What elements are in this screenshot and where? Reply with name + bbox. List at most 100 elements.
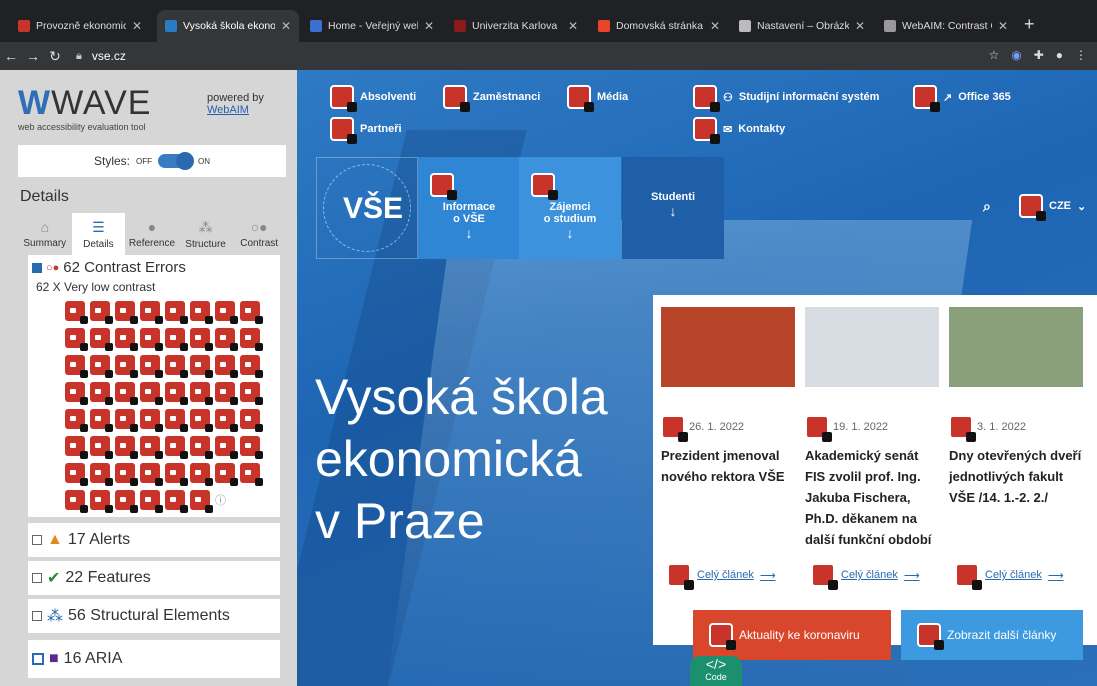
- star-icon[interactable]: ☆: [988, 48, 999, 62]
- styles-toggle[interactable]: [158, 152, 194, 170]
- close-tab-icon[interactable]: ✕: [281, 19, 291, 33]
- contrast-error-icon[interactable]: [65, 490, 88, 513]
- features-section[interactable]: ✔ 22 Features: [28, 561, 280, 595]
- contrast-error-icon[interactable]: [190, 436, 213, 459]
- contrast-error-icon[interactable]: [240, 436, 263, 459]
- menu-icon[interactable]: ⋮: [1075, 48, 1087, 62]
- contrast-errors-checkbox[interactable]: [32, 262, 42, 273]
- close-tab-icon[interactable]: ✕: [855, 19, 865, 33]
- browser-tab[interactable]: Univerzita Karlova ✕: [446, 10, 586, 42]
- contrast-error-icon[interactable]: [190, 409, 213, 432]
- contrast-error-icon[interactable]: [90, 328, 113, 351]
- code-toggle[interactable]: </> Code: [690, 656, 742, 686]
- close-tab-icon[interactable]: ✕: [424, 19, 434, 33]
- contrast-error-icon[interactable]: [165, 355, 188, 378]
- contrast-error-icon[interactable]: [190, 328, 213, 351]
- back-icon[interactable]: ←: [0, 48, 22, 64]
- contrast-error-icon[interactable]: [90, 463, 113, 486]
- structural-section[interactable]: ⁂ 56 Structural Elements: [28, 599, 280, 633]
- contrast-error-icon[interactable]: [90, 436, 113, 459]
- browser-tab[interactable]: Domovská stránka - V ✕: [590, 10, 728, 42]
- contrast-error-icon[interactable]: [140, 409, 163, 432]
- contrast-error-icon[interactable]: [90, 409, 113, 432]
- contrast-error-icon[interactable]: [215, 355, 238, 378]
- contrast-error-icon[interactable]: [190, 463, 213, 486]
- nav-informace[interactable]: Informace o VŠE ↓: [418, 157, 520, 259]
- read-more-link[interactable]: Celý článek ⟶: [667, 563, 776, 590]
- news-image[interactable]: [805, 307, 939, 387]
- contrast-error-icon[interactable]: [165, 328, 188, 351]
- contrast-error-icon[interactable]: [140, 382, 163, 405]
- news-title[interactable]: Akademický senát FIS zvolil prof. Ing. J…: [805, 445, 939, 550]
- contrast-error-icon[interactable]: [115, 409, 138, 432]
- browser-tab[interactable]: Home - Veřejný web ✕: [302, 10, 442, 42]
- contrast-error-icon[interactable]: [165, 301, 188, 324]
- contrast-error-icon[interactable]: [115, 301, 138, 324]
- tab-contrast[interactable]: ○● Contrast: [232, 213, 286, 255]
- link-absolventi[interactable]: Absolventi: [330, 85, 416, 112]
- contrast-error-icon[interactable]: [240, 382, 263, 405]
- reload-icon[interactable]: ↻: [44, 48, 66, 65]
- contrast-error-icon[interactable]: [90, 355, 113, 378]
- search-icon[interactable]: ⌕: [983, 198, 991, 215]
- contrast-error-icon[interactable]: [165, 463, 188, 486]
- structural-checkbox[interactable]: [32, 611, 42, 621]
- contrast-error-icon[interactable]: [115, 355, 138, 378]
- contrast-error-icon[interactable]: [240, 355, 263, 378]
- link-office365[interactable]: ↗ Office 365: [913, 85, 1011, 112]
- contrast-error-icon[interactable]: [115, 463, 138, 486]
- contrast-error-icon[interactable]: [65, 328, 88, 351]
- nav-zajemci[interactable]: Zájemci o studium ↓: [519, 157, 621, 259]
- link-media[interactable]: Média: [567, 85, 628, 112]
- contrast-error-icon[interactable]: [65, 463, 88, 486]
- contrast-error-icon[interactable]: [115, 382, 138, 405]
- news-title[interactable]: Dny otevřených dveří jednotlivých fakult…: [949, 445, 1083, 508]
- contrast-error-icon[interactable]: [190, 355, 213, 378]
- news-title[interactable]: Prezident jmenoval nového rektora VŠE: [661, 445, 795, 487]
- contrast-error-icon[interactable]: [165, 382, 188, 405]
- tab-details[interactable]: ☰ Details: [71, 213, 126, 255]
- tab-structure[interactable]: ⁂ Structure: [179, 213, 233, 255]
- news-image[interactable]: [661, 307, 795, 387]
- link-isis[interactable]: ⚇ Studijní informační systém: [693, 85, 879, 112]
- contrast-error-icon[interactable]: [65, 301, 88, 324]
- contrast-error-icon[interactable]: [190, 490, 213, 513]
- browser-tab[interactable]: Provozně ekonomická fa ✕: [10, 10, 150, 42]
- read-more-link[interactable]: Celý článek ⟶: [955, 563, 1064, 590]
- close-tab-icon[interactable]: ✕: [568, 19, 578, 33]
- contrast-error-icon[interactable]: [140, 301, 163, 324]
- aria-checkbox[interactable]: [32, 653, 44, 665]
- features-checkbox[interactable]: [32, 573, 42, 583]
- contrast-error-icon[interactable]: [215, 382, 238, 405]
- contrast-error-icon[interactable]: [65, 355, 88, 378]
- contrast-error-icon[interactable]: [215, 436, 238, 459]
- contrast-error-icon[interactable]: [215, 463, 238, 486]
- contrast-error-icon[interactable]: [90, 382, 113, 405]
- wave-extension-icon[interactable]: ◉: [1011, 48, 1021, 62]
- corona-news-button[interactable]: Aktuality ke koronaviru: [693, 610, 891, 660]
- contrast-error-icon[interactable]: [65, 382, 88, 405]
- alerts-section[interactable]: ▲ 17 Alerts: [28, 523, 280, 557]
- link-partneri[interactable]: Partneři: [330, 117, 402, 144]
- link-zamestnanci[interactable]: Zaměstnanci: [443, 85, 540, 112]
- contrast-error-icon[interactable]: [190, 301, 213, 324]
- more-articles-button[interactable]: Zobrazit další články: [901, 610, 1083, 660]
- contrast-error-icon[interactable]: [115, 436, 138, 459]
- news-image[interactable]: [949, 307, 1083, 387]
- contrast-error-icon[interactable]: [115, 328, 138, 351]
- profile-icon[interactable]: ●: [1056, 48, 1063, 62]
- close-tab-icon[interactable]: ✕: [132, 19, 142, 33]
- contrast-error-icon[interactable]: [140, 436, 163, 459]
- contrast-error-icon[interactable]: [165, 490, 188, 513]
- browser-tab[interactable]: Vysoká škola ekonomická ✕: [157, 10, 299, 42]
- link-kontakty[interactable]: ✉ Kontakty: [693, 117, 785, 144]
- contrast-error-icon[interactable]: [140, 355, 163, 378]
- contrast-error-icon[interactable]: [90, 301, 113, 324]
- close-tab-icon[interactable]: ✕: [998, 19, 1008, 33]
- browser-tab[interactable]: Nastavení – Obrázky ✕: [731, 10, 873, 42]
- contrast-error-icon[interactable]: [65, 409, 88, 432]
- tab-reference[interactable]: ● Reference: [125, 213, 179, 255]
- contrast-error-icon[interactable]: [165, 436, 188, 459]
- contrast-error-icon[interactable]: [140, 328, 163, 351]
- info-icon[interactable]: ⓘ: [215, 492, 226, 508]
